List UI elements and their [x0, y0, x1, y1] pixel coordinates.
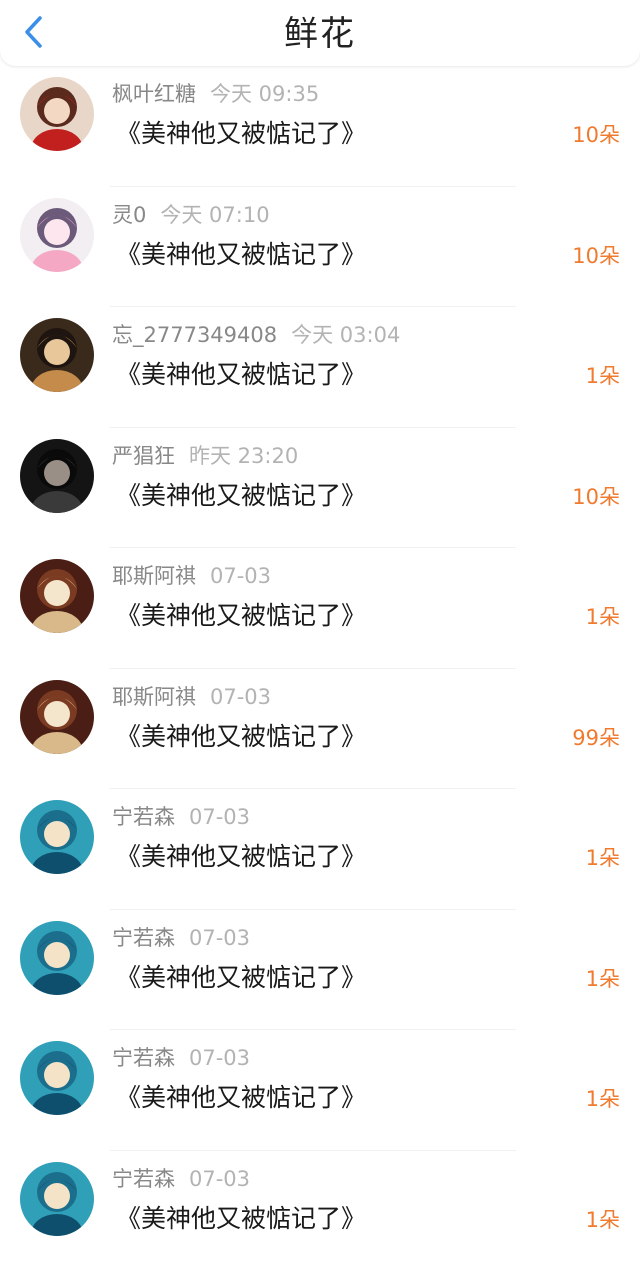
flower-count: 10朵 [572, 484, 620, 509]
user-avatar[interactable] [20, 559, 94, 633]
list-item[interactable]: 宁若森 07-03 《美神他又被惦记了》 1朵 [0, 1030, 640, 1151]
flower-count: 10朵 [572, 123, 620, 147]
item-meta: 宁若森 07-03 [112, 924, 250, 952]
item-meta: 宁若森 07-03 [112, 803, 250, 831]
username[interactable]: 宁若森 [112, 926, 175, 950]
username[interactable]: 严猖狂 [112, 444, 175, 468]
flower-count: 99朵 [572, 725, 620, 750]
book-title[interactable]: 《美神他又被惦记了》 [116, 839, 366, 875]
user-avatar[interactable] [20, 1041, 94, 1115]
username[interactable]: 耶斯阿祺 [112, 685, 196, 709]
timestamp: 07-03 [210, 564, 272, 588]
list-item[interactable]: 宁若森 07-03 《美神他又被惦记了》 1朵 [0, 910, 640, 1031]
flower-count: 1朵 [585, 364, 620, 388]
user-avatar[interactable] [20, 318, 94, 392]
username[interactable]: 耶斯阿祺 [112, 564, 196, 588]
flower-count: 10朵 [572, 243, 620, 268]
list-item[interactable]: 灵0 今天 07:10 《美神他又被惦记了》 10朵 [0, 187, 640, 308]
book-title[interactable]: 《美神他又被惦记了》 [116, 598, 366, 634]
item-meta: 耶斯阿祺 07-03 [112, 683, 271, 711]
flower-count: 1朵 [585, 966, 620, 991]
timestamp: 昨天 23:20 [189, 443, 299, 468]
book-title[interactable]: 《美神他又被惦记了》 [116, 116, 366, 152]
list-item[interactable]: 宁若森 07-03 《美神他又被惦记了》 1朵 [0, 1151, 640, 1265]
timestamp: 07-03 [189, 1166, 251, 1191]
username[interactable]: 宁若森 [112, 805, 175, 829]
item-meta: 宁若森 07-03 [112, 1165, 250, 1193]
timestamp: 今天 03:04 [291, 323, 401, 347]
top-bar: 鲜花 [0, 0, 640, 66]
list-item[interactable]: 严猖狂 昨天 23:20 《美神他又被惦记了》 10朵 [0, 428, 640, 549]
book-title[interactable]: 《美神他又被惦记了》 [116, 478, 366, 514]
flower-count: 1朵 [585, 605, 620, 629]
flower-gift-list: 枫叶红糖 今天 09:35 《美神他又被惦记了》 10朵 灵0 今天 07:10 《美神他又… [0, 66, 640, 1265]
item-meta: 枫叶红糖 今天 09:35 [112, 80, 319, 108]
user-avatar[interactable] [20, 920, 94, 995]
user-avatar[interactable] [20, 438, 94, 513]
book-title[interactable]: 《美神他又被惦记了》 [116, 237, 366, 273]
user-avatar[interactable] [20, 197, 94, 272]
book-title[interactable]: 《美神他又被惦记了》 [116, 1201, 366, 1237]
username[interactable]: 灵0 [112, 203, 146, 227]
user-avatar[interactable] [20, 679, 94, 754]
flower-count: 1朵 [585, 846, 620, 870]
list-item[interactable]: 耶斯阿祺 07-03 《美神他又被惦记了》 99朵 [0, 669, 640, 790]
username[interactable]: 枫叶红糖 [112, 82, 196, 106]
item-meta: 耶斯阿祺 07-03 [112, 562, 271, 590]
item-meta: 宁若森 07-03 [112, 1044, 250, 1072]
flower-count: 1朵 [585, 1087, 620, 1111]
timestamp: 今天 07:10 [160, 202, 270, 227]
timestamp: 今天 09:35 [210, 82, 320, 106]
username[interactable]: 宁若森 [112, 1046, 175, 1070]
item-meta: 忘_2777349408 今天 03:04 [112, 321, 400, 349]
page-title: 鲜花 [284, 14, 356, 54]
username[interactable]: 宁若森 [112, 1167, 175, 1191]
list-item[interactable]: 宁若森 07-03 《美神他又被惦记了》 1朵 [0, 789, 640, 910]
user-avatar[interactable] [20, 800, 94, 874]
timestamp: 07-03 [189, 1046, 251, 1070]
timestamp: 07-03 [210, 684, 272, 709]
book-title[interactable]: 《美神他又被惦记了》 [116, 357, 366, 393]
book-title[interactable]: 《美神他又被惦记了》 [116, 1080, 366, 1116]
list-item[interactable]: 耶斯阿祺 07-03 《美神他又被惦记了》 1朵 [0, 548, 640, 669]
timestamp: 07-03 [189, 925, 251, 950]
list-item[interactable]: 忘_2777349408 今天 03:04 《美神他又被惦记了》 1朵 [0, 307, 640, 428]
book-title[interactable]: 《美神他又被惦记了》 [116, 960, 366, 996]
item-meta: 严猖狂 昨天 23:20 [112, 442, 298, 470]
user-avatar[interactable] [20, 77, 94, 151]
book-title[interactable]: 《美神他又被惦记了》 [116, 719, 366, 755]
timestamp: 07-03 [189, 805, 251, 829]
flower-count: 1朵 [585, 1207, 620, 1232]
username[interactable]: 忘_2777349408 [112, 323, 277, 347]
item-meta: 灵0 今天 07:10 [112, 201, 270, 229]
list-item[interactable]: 枫叶红糖 今天 09:35 《美神他又被惦记了》 10朵 [0, 66, 640, 187]
user-avatar[interactable] [20, 1161, 94, 1236]
